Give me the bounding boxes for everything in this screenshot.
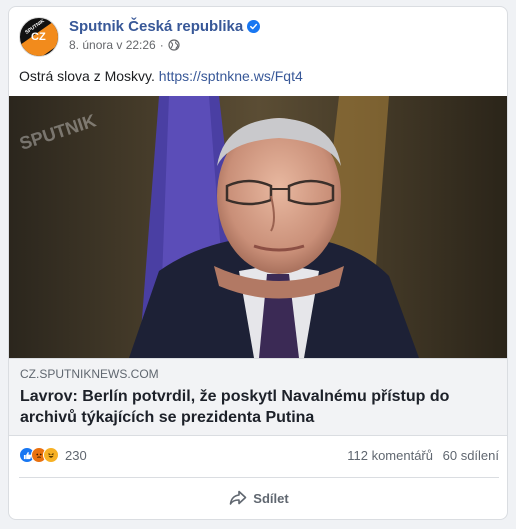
post-timestamp[interactable]: 8. února v 22:26 <box>69 38 156 52</box>
share-button[interactable]: Sdílet <box>209 483 309 513</box>
haha-icon <box>43 447 59 463</box>
avatar[interactable]: SPUTNIK CZ <box>19 17 59 57</box>
post-stats: 230 112 komentářů 60 sdílení <box>19 444 499 466</box>
avatar-text: CZ <box>31 31 46 43</box>
post-meta: Sputnik Česká republika 8. února v 22:26… <box>69 18 261 52</box>
reactions-summary[interactable]: 230 <box>19 447 87 463</box>
link-domain: cz.sputniknews.com <box>20 367 159 381</box>
engagement-counts: 112 komentářů 60 sdílení <box>341 448 499 463</box>
verified-icon <box>247 20 261 33</box>
page-name[interactable]: Sputnik Česká republika <box>69 18 243 35</box>
post-subline: 8. února v 22:26 · <box>69 38 260 52</box>
share-label: Sdílet <box>253 490 289 506</box>
separator: · <box>159 38 164 52</box>
shares-count[interactable]: 60 sdílení <box>443 448 499 463</box>
actions-divider <box>19 477 499 478</box>
post-message: Ostrá slova z Moskvy. <box>19 68 155 84</box>
link-headline[interactable]: Lavrov: Berlín potvrdil, že poskytl Nava… <box>20 386 498 428</box>
post-link[interactable]: https://sptnkne.ws/Fqt4 <box>159 68 303 84</box>
page-name-row: Sputnik Česká republika <box>69 18 261 35</box>
post-header: SPUTNIK CZ Sputnik Česká republika 8. ún… <box>19 17 261 57</box>
reaction-count: 230 <box>65 447 87 463</box>
link-preview-image[interactable]: SPUTNIK <box>9 96 507 358</box>
post-text: Ostrá slova z Moskvy. https://sptnkne.ws… <box>19 68 303 84</box>
comments-count[interactable]: 112 komentářů <box>347 448 433 463</box>
post-card: SPUTNIK CZ Sputnik Česká republika 8. ún… <box>8 6 508 520</box>
globe-icon[interactable] <box>168 39 180 51</box>
share-arrow-icon <box>229 490 247 505</box>
lavrov-photo: SPUTNIK <box>9 96 507 358</box>
link-preview-info[interactable]: cz.sputniknews.com Lavrov: Berlín potvrd… <box>9 358 507 436</box>
